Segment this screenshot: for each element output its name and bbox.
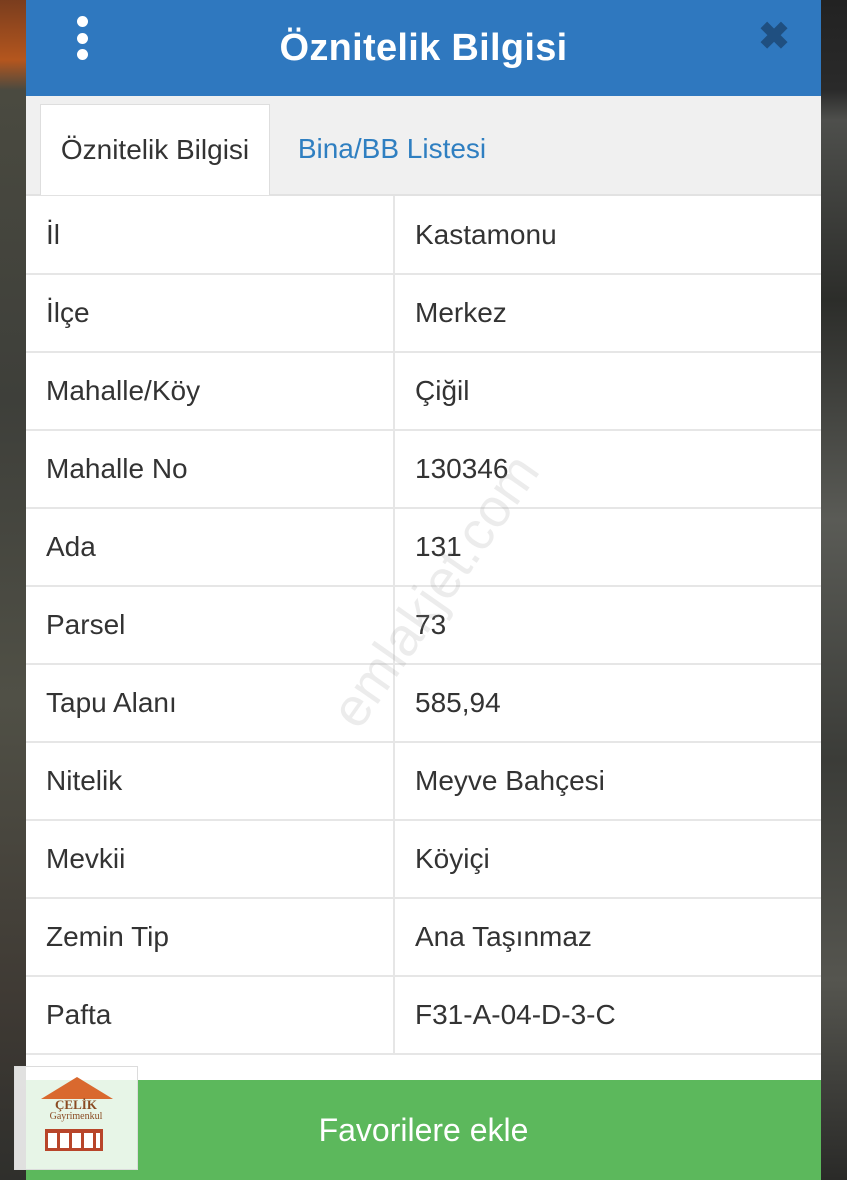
attribute-dialog: Öznitelik Bilgisi ✖ Öznitelik Bilgisi Bi… (26, 0, 821, 1180)
close-icon[interactable]: ✖ (757, 18, 791, 56)
map-background-right (821, 0, 847, 1180)
attribute-value: Çiğil (394, 352, 821, 431)
attribute-value: Meyve Bahçesi (394, 742, 821, 821)
attribute-value: Kastamonu (394, 196, 821, 275)
house-roof-icon (41, 1077, 113, 1099)
table-row: Mahalle/Köy Çiğil (26, 352, 821, 431)
attribute-key: Nitelik (26, 742, 395, 821)
attribute-value: 130346 (394, 430, 821, 509)
attribute-key: Mahalle/Köy (26, 352, 395, 431)
house-wall-icon (45, 1129, 103, 1151)
table-row: İlçe Merkez (26, 274, 821, 353)
tab-building-list[interactable]: Bina/BB Listesi (284, 104, 500, 194)
logo-subtitle: Gayrimenkul (49, 1111, 103, 1122)
attribute-key: İlçe (26, 274, 395, 353)
attribute-value: Merkez (394, 274, 821, 353)
dialog-title: Öznitelik Bilgisi (279, 26, 568, 69)
attribute-key: Pafta (26, 976, 395, 1055)
attribute-key: Parsel (26, 586, 395, 665)
attribute-value: Köyiçi (394, 820, 821, 899)
tab-attribute-info[interactable]: Öznitelik Bilgisi (40, 104, 270, 195)
attribute-key: Mahalle No (26, 430, 395, 509)
table-row: Nitelik Meyve Bahçesi (26, 742, 821, 821)
more-vertical-icon[interactable] (70, 16, 94, 60)
table-row: İl Kastamonu (26, 196, 821, 275)
table-row: Pafta F31-A-04-D-3-C (26, 976, 821, 1055)
attribute-value: 585,94 (394, 664, 821, 743)
attribute-key: İl (26, 196, 395, 275)
table-row: Mahalle No 130346 (26, 430, 821, 509)
map-background-left (0, 0, 26, 1180)
table-row: Mevkii Köyiçi (26, 820, 821, 899)
table-row: Tapu Alanı 585,94 (26, 664, 821, 743)
tab-bar: Öznitelik Bilgisi Bina/BB Listesi (26, 96, 821, 196)
add-to-favorites-button[interactable]: Favorilere ekle (26, 1080, 821, 1180)
attribute-key: Ada (26, 508, 395, 587)
attribute-key: Mevkii (26, 820, 395, 899)
attribute-key: Zemin Tip (26, 898, 395, 977)
dialog-header: Öznitelik Bilgisi ✖ (26, 0, 821, 96)
attribute-value: F31-A-04-D-3-C (394, 976, 821, 1055)
table-row: Zemin Tip Ana Taşınmaz (26, 898, 821, 977)
company-logo: ÇELİK Gayrimenkul (14, 1066, 138, 1170)
attribute-value: Ana Taşınmaz (394, 898, 821, 977)
